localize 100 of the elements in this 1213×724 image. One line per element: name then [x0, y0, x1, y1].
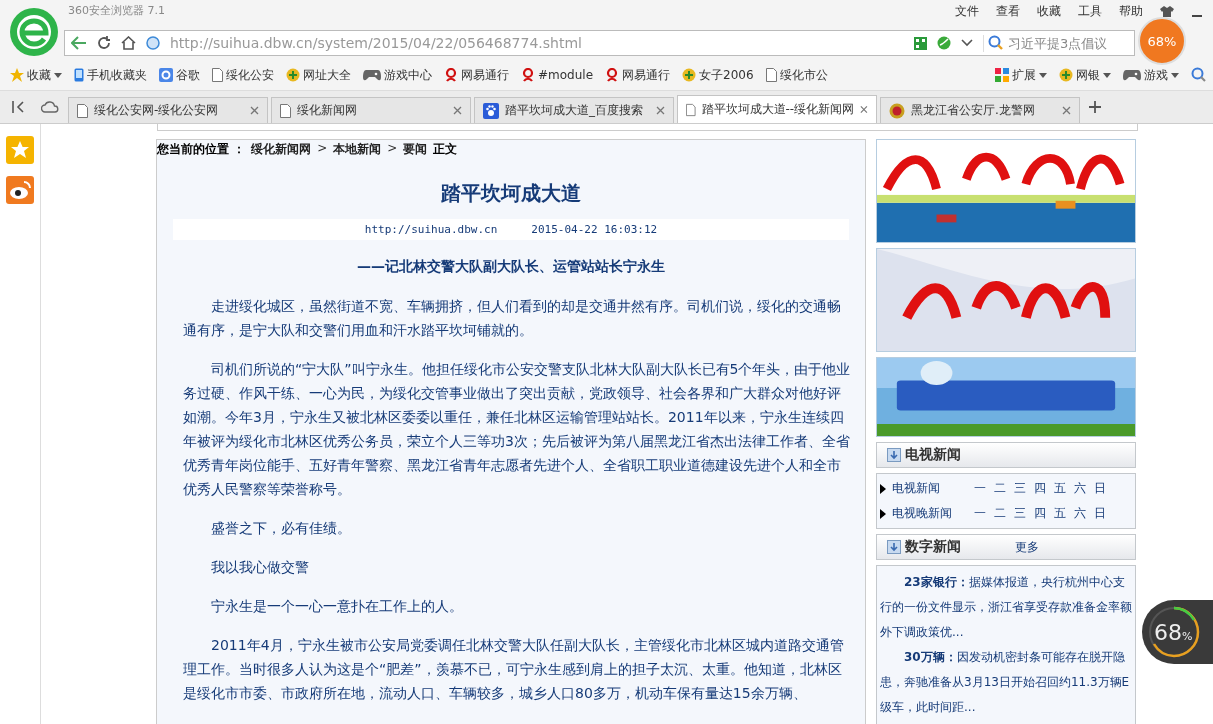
g-square-icon: [159, 68, 173, 82]
breadcrumb-separator: >: [317, 141, 328, 157]
logo-icon: [444, 68, 458, 82]
close-icon[interactable]: [453, 106, 462, 115]
more-link[interactable]: 更多: [1015, 538, 1039, 556]
download-icon: [887, 448, 901, 462]
memory-value: 68: [1154, 619, 1182, 645]
page-icon: [77, 103, 88, 118]
toolbar-item[interactable]: 游戏: [1123, 66, 1179, 84]
bookmark-item[interactable]: 网址大全: [286, 66, 351, 84]
percent-sign: %: [1182, 629, 1193, 643]
browser-tab[interactable]: 黑龙江省公安厅.龙警网: [880, 97, 1080, 123]
breadcrumb-link[interactable]: 本地新闻: [333, 141, 382, 158]
breadcrumb-link[interactable]: 要闻: [403, 141, 428, 158]
section-title: 数字新闻: [905, 538, 961, 556]
browser-tab[interactable]: 绥化新闻网: [271, 97, 471, 123]
article-subtitle: ——记北林交警大队副大队长、运管站站长宁永生: [356, 258, 666, 276]
toolbar-item[interactable]: 扩展: [995, 66, 1047, 84]
bookmark-item[interactable]: 女子2006: [682, 66, 754, 84]
search-icon[interactable]: [1191, 67, 1207, 83]
program-link[interactable]: 电视新闻: [892, 480, 968, 497]
weekday-link[interactable]: 三: [1014, 480, 1026, 497]
weekday-link[interactable]: 六: [1074, 480, 1086, 497]
bookmark-item[interactable]: 谷歌: [159, 66, 200, 84]
favorites-button[interactable]: 收藏: [10, 66, 62, 84]
sidebar-toggle-icon[interactable]: [12, 101, 26, 113]
weekday-link[interactable]: 一: [974, 480, 986, 497]
publish-date: 2015-04-22 16:03:12: [531, 223, 658, 236]
page-icon: [212, 68, 223, 82]
window-title: 360安全浏览器 7.1: [68, 2, 165, 18]
weekday-link[interactable]: 日: [1094, 480, 1106, 497]
weekday-link[interactable]: 四: [1034, 505, 1046, 522]
qr-code-icon[interactable]: [914, 36, 927, 50]
globe-icon: [1059, 68, 1073, 82]
weekday-link[interactable]: 二: [994, 505, 1006, 522]
program-link[interactable]: 电视晚新闻: [892, 505, 968, 522]
refresh-icon[interactable]: [97, 36, 111, 50]
phone-icon: [74, 68, 84, 82]
gamepad-icon: [1123, 69, 1141, 81]
weekday-link[interactable]: 日: [1094, 505, 1106, 522]
menu-item[interactable]: 工具: [1078, 3, 1102, 20]
star-icon: [10, 68, 24, 82]
article-paragraph: 宁永生是一个一心一意扑在工作上的人。: [210, 597, 464, 616]
weekday-link[interactable]: 五: [1054, 505, 1066, 522]
menu-item[interactable]: 帮助: [1119, 3, 1143, 20]
bookmark-item[interactable]: 网易通行: [605, 66, 671, 84]
article-paragraph: 2011年4月，宁永生被市公安局党委调任北林交警大队任副大队长，主管绥化市北林区城内道路交通管理工作。当时很多人认为这是个“肥差”，羡慕不已，可宁永生感到肩上的担子太沉、太重。他知道，北林区是绥化市市委、市政府所在地，流动人口、车辆较多，城乡人口80多万，机动车保有量达15余万辆、: [183, 636, 845, 703]
breadcrumb-link[interactable]: 绥化新闻网: [251, 141, 312, 158]
menu-item[interactable]: 收藏: [1037, 3, 1061, 20]
bookmark-item[interactable]: 网易通行: [444, 66, 509, 84]
caret-icon: [1039, 72, 1047, 78]
menu-item[interactable]: 文件: [955, 3, 979, 20]
close-icon[interactable]: [656, 106, 665, 115]
bookmark-item[interactable]: 绥化市公: [765, 66, 828, 84]
article-paragraph: 盛誉之下，必有佳绩。: [210, 519, 352, 538]
home-icon[interactable]: [121, 36, 136, 50]
section-title: 电视新闻: [905, 446, 961, 464]
memory-widget[interactable]: 68%: [1142, 600, 1213, 664]
back-icon[interactable]: [71, 36, 87, 50]
menu-item[interactable]: 查看: [996, 3, 1020, 20]
article-paragraph: 我以我心做交警: [210, 558, 310, 577]
browser-tab[interactable]: 绥化公安网-绥化公安网: [68, 97, 268, 123]
browser-tab[interactable]: 踏平坎坷成大道--绥化新闻网: [677, 95, 877, 123]
weekday-link[interactable]: 六: [1074, 505, 1086, 522]
logo-icon: [605, 68, 620, 82]
source-url: http://suihua.dbw.cn: [364, 223, 498, 236]
article-title: 踏平坎坷成大道: [440, 180, 582, 207]
triangle-bullet-icon: [880, 508, 886, 519]
close-icon[interactable]: [250, 106, 259, 115]
breadcrumb-separator: >: [387, 141, 398, 157]
search-field[interactable]: 习近平提3点倡议: [1006, 34, 1128, 52]
page-icon: [765, 68, 777, 82]
new-tab-icon[interactable]: [1089, 101, 1101, 113]
globe-icon: [682, 68, 697, 82]
close-icon[interactable]: [860, 105, 868, 114]
page-icon: [280, 103, 291, 118]
weekday-link[interactable]: 五: [1054, 480, 1066, 497]
leaf-icon[interactable]: [937, 36, 951, 50]
search-icon[interactable]: [988, 35, 1004, 51]
weekday-link[interactable]: 一: [974, 505, 986, 522]
bookmark-item[interactable]: #module: [521, 68, 594, 82]
cloud-icon[interactable]: [41, 101, 59, 113]
weekday-link[interactable]: 二: [994, 480, 1006, 497]
browser-tab[interactable]: 踏平坎坷成大道_百度搜索: [474, 97, 674, 123]
weibo-icon[interactable]: [6, 176, 34, 204]
news-summary: 23家银行：据媒体报道，央行杭州中心支行的一份文件显示，浙江省享受存款准备金率额外下调政策优...: [880, 574, 1132, 641]
weekday-link[interactable]: 四: [1034, 480, 1046, 497]
globe-icon: [146, 36, 160, 50]
page-icon: [686, 102, 696, 117]
bookmark-item[interactable]: 绥化公安: [212, 66, 274, 84]
shirt-icon[interactable]: [1160, 5, 1174, 18]
toolbar-item[interactable]: 网银: [1059, 66, 1111, 84]
download-icon: [887, 540, 901, 554]
weekday-link[interactable]: 三: [1014, 505, 1026, 522]
chevron-down-icon[interactable]: [961, 39, 973, 47]
bookmark-item[interactable]: 手机收藏夹: [74, 66, 147, 84]
bookmark-item[interactable]: 游戏中心: [363, 66, 432, 84]
close-icon[interactable]: [1062, 106, 1071, 115]
browser-logo-icon[interactable]: [10, 8, 58, 56]
grid-icon: [995, 68, 1009, 82]
